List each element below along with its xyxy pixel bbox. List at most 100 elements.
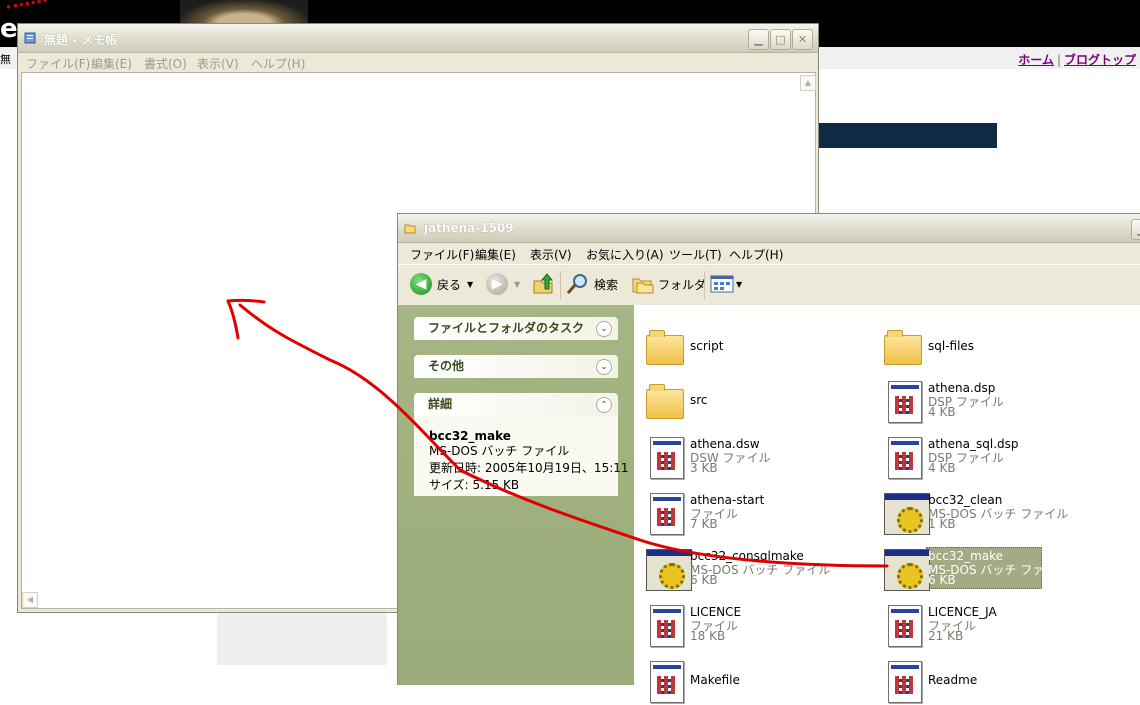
- chevron-down-icon: ▼: [736, 279, 743, 289]
- scroll-up-icon[interactable]: ▲: [800, 75, 816, 91]
- file-item[interactable]: Makefile: [636, 655, 876, 705]
- views-icon: [710, 275, 734, 293]
- chevron-down-icon[interactable]: ⌄: [596, 359, 612, 375]
- file-item[interactable]: LICENCE ファイル 18 KB: [636, 599, 876, 649]
- panel-title: その他: [428, 359, 465, 373]
- menu-view[interactable]: 表示(V): [530, 246, 572, 263]
- explorer-menubar: ファイル(F) 編集(E) 表示(V) お気に入り(A) ツール(T) ヘルプ(…: [398, 243, 1140, 263]
- other-places-panel[interactable]: その他 ⌄: [414, 355, 618, 378]
- folder-title-icon: [404, 224, 416, 234]
- folder-icon: [882, 325, 922, 369]
- minimize-button[interactable]: ▁: [1131, 219, 1140, 240]
- menu-edit[interactable]: 編集(E): [475, 246, 516, 263]
- explorer-titlebar[interactable]: jathena-1509 ▁: [398, 214, 1140, 243]
- file-name: Makefile: [690, 673, 740, 687]
- panel-title: ファイルとフォルダのタスク: [428, 321, 585, 335]
- chevron-down-icon[interactable]: ⌄: [596, 321, 612, 337]
- document-icon: [644, 491, 684, 535]
- folders-button[interactable]: フォルダ: [632, 273, 706, 295]
- file-item[interactable]: bcc32_clean MS-DOS バッチ ファイル 1 KB: [874, 487, 1114, 537]
- menu-file[interactable]: ファイル(F): [410, 246, 474, 263]
- explorer-title: jathena-1509: [424, 221, 514, 235]
- blog-top-link[interactable]: ブログトップ: [1064, 53, 1136, 67]
- detail-type: MS-DOS バッチ ファイル: [429, 444, 570, 458]
- document-icon: [644, 659, 684, 703]
- document-icon: [882, 379, 922, 423]
- menu-tools[interactable]: ツール(T): [669, 246, 722, 263]
- menu-edit[interactable]: 編集(E): [91, 55, 132, 72]
- detail-modified: 更新日時: 2005年10月19日、15:11: [429, 461, 629, 475]
- task-pane: ファイルとフォルダのタスク ⌄ その他 ⌄ 詳細 ⌃ bcc32_make MS…: [398, 305, 634, 685]
- file-folder-tasks-panel[interactable]: ファイルとフォルダのタスク ⌄: [414, 317, 618, 340]
- file-size: 1 KB: [928, 517, 956, 531]
- menu-file[interactable]: ファイル(F): [26, 55, 90, 72]
- home-link[interactable]: ホーム: [1018, 53, 1054, 67]
- views-button[interactable]: ▼: [710, 273, 742, 295]
- chevron-down-icon: ▼: [467, 279, 474, 289]
- file-item[interactable]: sql-files: [874, 321, 1114, 371]
- blog-left-fragment: 無: [0, 53, 11, 66]
- file-name: script: [690, 339, 724, 353]
- scroll-left-icon[interactable]: ◀: [22, 592, 38, 608]
- chevron-up-icon[interactable]: ⌃: [596, 397, 612, 413]
- forward-button[interactable]: ▶ ▼: [486, 273, 520, 295]
- file-name: Readme: [928, 673, 978, 687]
- menu-view[interactable]: 表示(V): [197, 55, 239, 72]
- menu-help[interactable]: ヘルプ(H): [729, 246, 783, 263]
- file-item[interactable]: src: [636, 375, 876, 425]
- notepad-titlebar[interactable]: 無題 - メモ帳 ▁ □ ✕: [18, 24, 818, 53]
- document-icon: [644, 603, 684, 647]
- file-item[interactable]: athena.dsp DSP ファイル 4 KB: [874, 375, 1114, 425]
- file-item[interactable]: athena.dsw DSW ファイル 3 KB: [636, 431, 876, 481]
- batch-file-icon: [882, 491, 930, 535]
- notepad-horizontal-scrollbar[interactable]: ◀: [22, 591, 402, 608]
- explorer-toolbar: ◀ 戻る ▼ ▶ ▼ 検索 フォルダ ▼: [398, 264, 1140, 306]
- search-icon: [566, 274, 587, 294]
- file-size: 7 KB: [690, 517, 718, 531]
- search-button[interactable]: 検索: [566, 273, 618, 295]
- folders-label: フォルダ: [658, 277, 707, 292]
- file-size: 18 KB: [690, 629, 726, 643]
- folders-icon: [632, 278, 654, 294]
- panel-title: 詳細: [428, 397, 453, 411]
- file-item[interactable]: bcc32_make MS-DOS バッチ ファイル 6 KB: [874, 543, 1114, 593]
- menu-help[interactable]: ヘルプ(H): [251, 55, 305, 72]
- file-size: 4 KB: [928, 405, 956, 419]
- notepad-title: 無題 - メモ帳: [44, 33, 118, 47]
- file-size: 6 KB: [690, 573, 718, 587]
- file-size: 21 KB: [928, 629, 964, 643]
- up-folder-button[interactable]: [532, 273, 554, 295]
- maximize-button[interactable]: □: [770, 29, 791, 50]
- back-arrow-icon: ◀: [410, 273, 432, 295]
- close-button[interactable]: ✕: [792, 29, 813, 50]
- file-item[interactable]: bcc32_consqlmake MS-DOS バッチ ファイル 6 KB: [636, 543, 876, 593]
- file-item[interactable]: LICENCE_JA ファイル 21 KB: [874, 599, 1114, 649]
- menu-format[interactable]: 書式(O): [144, 55, 187, 72]
- explorer-window: jathena-1509 ▁ ファイル(F) 編集(E) 表示(V) お気に入り…: [397, 213, 1140, 703]
- folder-icon: [644, 325, 684, 369]
- blog-gray-block: [217, 612, 387, 665]
- blog-banner-block: [800, 123, 997, 148]
- file-item[interactable]: script: [636, 321, 876, 371]
- document-icon: [882, 659, 922, 703]
- toolbar-separator: [704, 271, 705, 299]
- search-label: 検索: [594, 277, 619, 292]
- file-name: sql-files: [928, 339, 975, 353]
- details-panel[interactable]: 詳細 ⌃: [414, 393, 618, 416]
- notepad-icon: [24, 32, 36, 44]
- chevron-down-icon: ▼: [514, 279, 521, 289]
- file-size: 6 KB: [928, 573, 956, 587]
- folder-icon: [644, 379, 684, 423]
- back-button[interactable]: ◀ 戻る ▼: [410, 273, 473, 295]
- file-item[interactable]: Readme: [874, 655, 1114, 705]
- blog-logo: e: [0, 14, 18, 44]
- menu-favorites[interactable]: お気に入り(A): [586, 246, 664, 263]
- details-body: bcc32_make MS-DOS バッチ ファイル 更新日時: 2005年10…: [414, 416, 629, 496]
- file-item[interactable]: athena-start ファイル 7 KB: [636, 487, 876, 537]
- document-icon: [644, 435, 684, 479]
- file-item[interactable]: athena_sql.dsp DSP ファイル 4 KB: [874, 431, 1114, 481]
- minimize-button[interactable]: ▁: [748, 29, 769, 50]
- blog-links: ホーム | ブログトップ: [1018, 51, 1136, 68]
- link-separator: |: [1056, 53, 1061, 67]
- back-label: 戻る: [437, 277, 462, 292]
